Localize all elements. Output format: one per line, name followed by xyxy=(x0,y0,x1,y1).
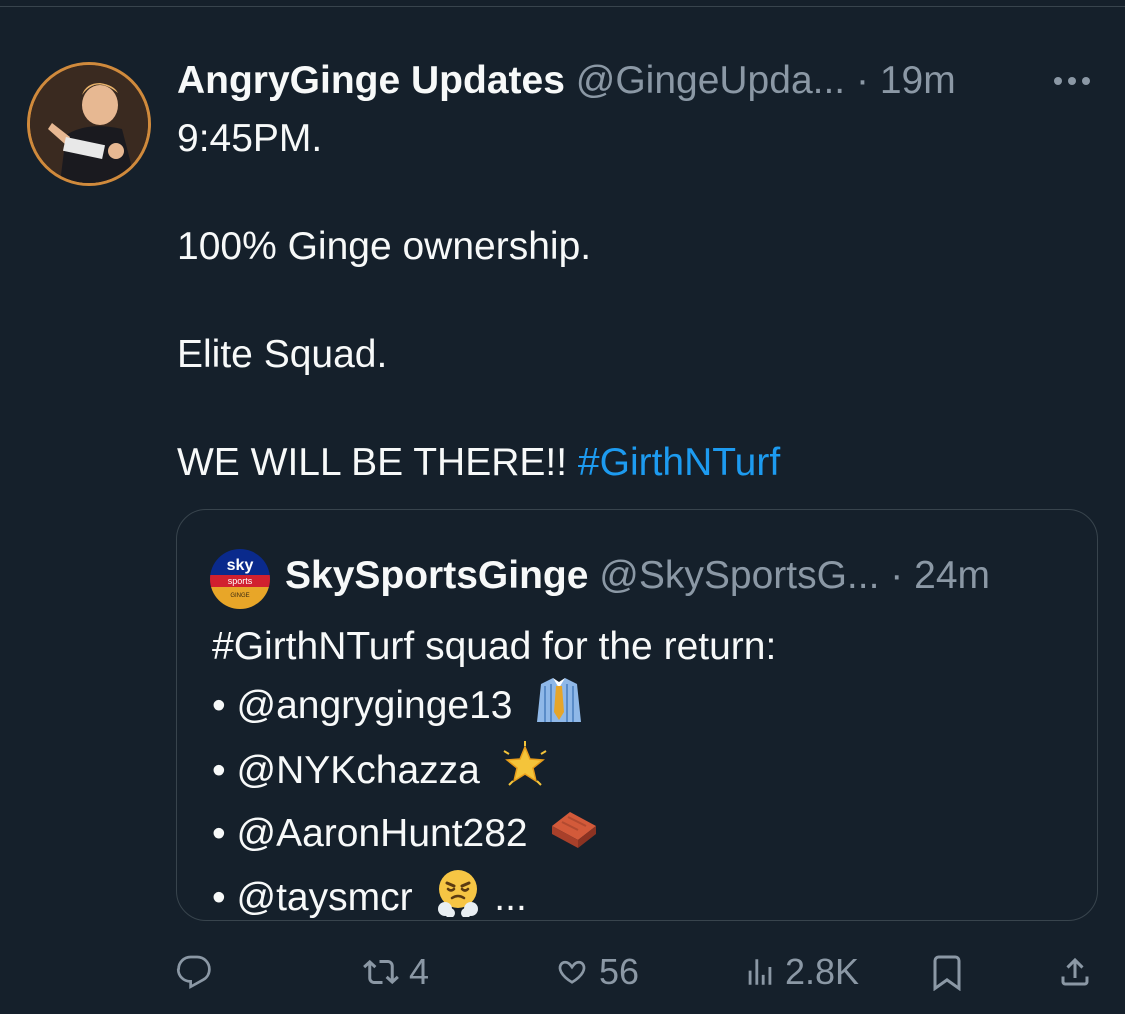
mention-link[interactable]: @taysmcr xyxy=(237,876,413,919)
necktie-shirt-emoji-icon xyxy=(533,674,585,741)
quote-bullet-line: • @AaronHunt282 xyxy=(212,804,1072,867)
quote-bullet-line: • @taysmcr ... xyxy=(212,867,1072,932)
mention-link[interactable]: @angryginge13 xyxy=(237,684,513,727)
share-icon xyxy=(1061,957,1089,986)
tweet-timestamp[interactable]: 19m xyxy=(880,59,956,102)
tweet-header: AngryGinge Updates @GingeUpda... · 19m xyxy=(177,56,1097,106)
brick-emoji-icon xyxy=(548,804,600,867)
header-separator: · xyxy=(855,59,869,102)
mention-link[interactable]: @AaronHunt282 xyxy=(237,812,528,855)
heart-icon xyxy=(558,960,586,984)
avatar-photo xyxy=(30,65,148,183)
tweet-text: 9:45PM. 100% Ginge ownership. Elite Squa… xyxy=(177,112,1097,490)
tweet-line: Elite Squad. xyxy=(177,333,388,376)
bullet: • xyxy=(212,811,226,855)
quote-header-separator: · xyxy=(890,554,904,597)
views-icon xyxy=(748,959,772,985)
reply-button[interactable] xyxy=(176,944,212,1000)
glowing-star-emoji-icon xyxy=(501,741,549,804)
quote-avatar[interactable]: sky sports GINGE xyxy=(210,549,270,609)
views-button[interactable]: 2.8K xyxy=(743,944,859,1000)
mention-link[interactable]: @NYKchazza xyxy=(237,749,480,792)
retweet-count: 4 xyxy=(409,951,430,992)
tweet-action-bar: 4 56 2.8K xyxy=(0,944,1125,1000)
tweet-line-last: WE WILL BE THERE!! #GirthNTurf xyxy=(177,436,1097,490)
author-avatar[interactable] xyxy=(27,62,151,186)
quote-bullet-line: • @NYKchazza xyxy=(212,741,1072,804)
quote-intro: #GirthNTurf squad for the return: xyxy=(212,625,777,668)
top-divider xyxy=(0,6,1125,7)
bullet: • xyxy=(212,683,226,727)
tweet-line: 100% Ginge ownership. xyxy=(177,225,592,268)
tweet-line: 9:45PM. xyxy=(177,117,323,160)
steam-from-nose-emoji-icon xyxy=(433,867,483,932)
quote-bullet-line: • @angryginge13 xyxy=(212,674,1072,741)
quote-body: #GirthNTurf squad for the return: • @ang… xyxy=(212,620,1072,932)
quote-handle[interactable]: @SkySportsG... xyxy=(599,554,879,597)
retweet-button[interactable]: 4 xyxy=(361,944,429,1000)
logo-text-mid: sports xyxy=(228,576,253,586)
quote-tweet-card[interactable]: sky sports GINGE SkySportsGinge @SkySpor… xyxy=(176,509,1098,921)
logo-text-top: sky xyxy=(227,557,254,574)
retweet-icon xyxy=(363,959,399,985)
quote-header: SkySportsGinge @SkySportsG... · 24m xyxy=(285,550,1065,602)
like-count: 56 xyxy=(599,951,640,992)
bullet: • xyxy=(212,748,226,792)
bookmark-icon xyxy=(933,955,961,991)
views-count: 2.8K xyxy=(785,951,860,992)
truncation-ellipsis: ... xyxy=(494,875,527,919)
bookmark-button[interactable] xyxy=(929,944,965,1000)
tweet-line-text: WE WILL BE THERE!! xyxy=(177,441,568,484)
author-display-name[interactable]: AngryGinge Updates xyxy=(177,59,565,102)
quote-display-name[interactable]: SkySportsGinge xyxy=(285,554,588,597)
reply-icon xyxy=(176,955,211,990)
logo-text-bottom: GINGE xyxy=(230,593,249,599)
like-button[interactable]: 56 xyxy=(553,944,639,1000)
author-handle[interactable]: @GingeUpda... xyxy=(576,59,845,102)
bullet: • xyxy=(212,875,226,919)
quote-timestamp[interactable]: 24m xyxy=(914,554,990,597)
more-options-icon[interactable] xyxy=(1047,56,1097,106)
share-button[interactable] xyxy=(1057,944,1093,1000)
hashtag-link[interactable]: #GirthNTurf xyxy=(578,441,780,484)
sky-sports-logo-icon: sky sports GINGE xyxy=(210,549,270,609)
